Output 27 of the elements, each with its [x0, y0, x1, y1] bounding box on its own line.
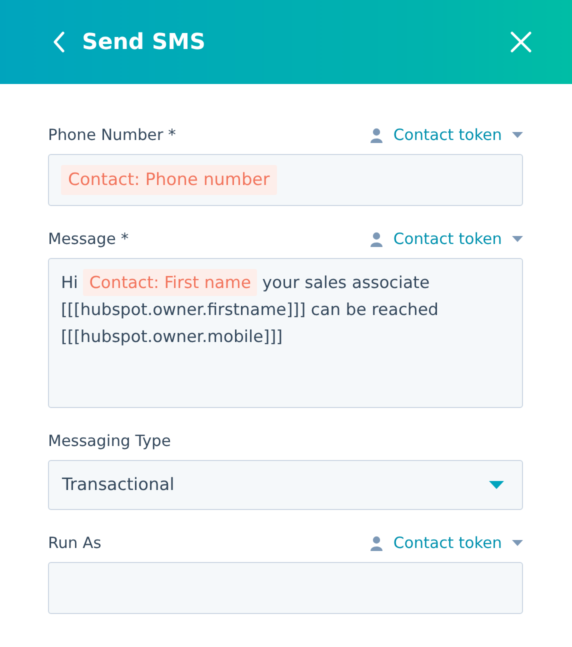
field-label: Phone Number * [48, 126, 176, 144]
caret-icon [512, 132, 523, 138]
field-label: Run As [48, 534, 102, 552]
back-icon[interactable] [52, 30, 66, 54]
token-chip: Contact: First name [83, 269, 258, 296]
contact-token-button[interactable]: Contact token [370, 230, 523, 248]
person-icon [370, 232, 384, 246]
message-field[interactable]: Hi Contact: First name your sales associate [[[hubspot.owner.firstname]]] can be reached [[[hubspot.owner.mobile]]] [48, 258, 523, 408]
person-icon [370, 536, 384, 550]
message-text: Hi [61, 273, 78, 292]
message-text: your sales associate [262, 273, 430, 292]
person-icon [370, 128, 384, 142]
message-text: [[[hubspot.owner.mobile]]] [61, 327, 283, 346]
caret-icon [512, 540, 523, 546]
message-text: [[[hubspot.owner.firstname]]] can be reached [61, 300, 438, 319]
contact-token-button[interactable]: Contact token [370, 534, 523, 552]
messaging-type-dropdown[interactable]: Transactional [48, 460, 523, 510]
caret-icon [489, 481, 504, 489]
field-label: Message * [48, 230, 129, 248]
caret-icon [512, 236, 523, 242]
close-icon[interactable] [510, 31, 532, 53]
field-label: Messaging Type [48, 432, 171, 450]
input-field[interactable] [48, 562, 523, 614]
panel-title: Send SMS [82, 30, 206, 54]
input-field[interactable]: Contact: Phone number [48, 154, 523, 206]
token-chip: Contact: Phone number [61, 165, 277, 195]
contact-token-button[interactable]: Contact token [370, 126, 523, 144]
